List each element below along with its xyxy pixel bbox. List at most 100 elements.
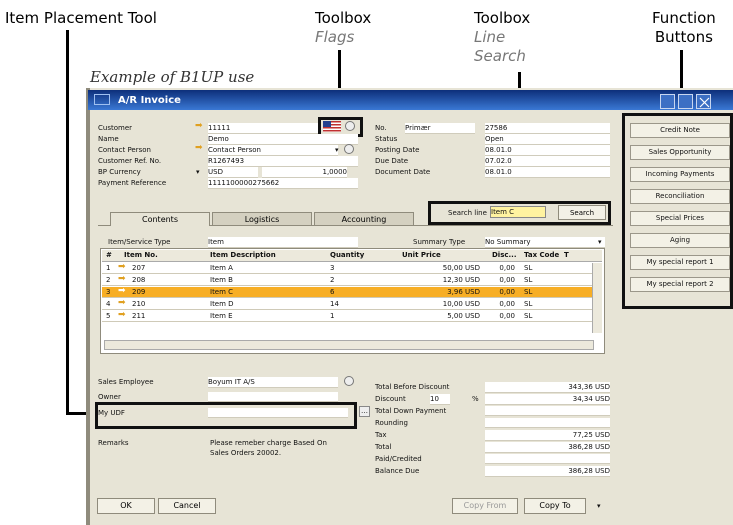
- cell-discount[interactable]: 0,00: [487, 299, 515, 309]
- udf-browse-icon[interactable]: …: [359, 406, 370, 417]
- item-type-field[interactable]: Item: [208, 237, 358, 248]
- cell-quantity[interactable]: 3: [330, 263, 334, 273]
- minimize-icon[interactable]: [660, 94, 675, 109]
- label-rounding: Rounding: [375, 419, 408, 427]
- reconciliation-button[interactable]: Reconciliation: [630, 189, 730, 204]
- cell-unit-price[interactable]: 12,30 USD: [402, 275, 480, 285]
- item-link-arrow-icon[interactable]: ➡: [118, 274, 126, 284]
- special-prices-button[interactable]: Special Prices: [630, 211, 730, 226]
- contact-info-icon[interactable]: [344, 144, 354, 154]
- copy-from-button[interactable]: Copy From: [452, 498, 518, 514]
- contact-dropdown-icon[interactable]: ▾: [335, 145, 339, 155]
- grid-vertical-scrollbar[interactable]: [592, 263, 602, 333]
- table-row[interactable]: 5 ➡ 211 Item E 1 5,00 USD 0,00 SL: [102, 310, 602, 322]
- payment-ref-field[interactable]: 1111100000275662: [208, 178, 358, 189]
- cell-item-no[interactable]: 210: [132, 299, 145, 309]
- window-titlebar: [88, 90, 733, 110]
- cell-discount[interactable]: 0,00: [487, 275, 515, 285]
- item-link-arrow-icon[interactable]: ➡: [118, 298, 126, 308]
- us-flag-icon[interactable]: [323, 121, 341, 132]
- customer-field[interactable]: 11111: [208, 123, 318, 134]
- cell-tax-code[interactable]: SL: [524, 299, 532, 309]
- cell-item-no[interactable]: 208: [132, 275, 145, 285]
- cell-tax-code[interactable]: SL: [524, 287, 532, 297]
- cell-unit-price[interactable]: 5,00 USD: [402, 311, 480, 321]
- summary-type-field[interactable]: No Summary: [485, 237, 605, 248]
- item-link-arrow-icon[interactable]: ➡: [118, 310, 126, 320]
- name-field[interactable]: Demo: [208, 134, 358, 145]
- bp-currency-field[interactable]: USD: [208, 167, 258, 178]
- aging-button[interactable]: Aging: [630, 233, 730, 248]
- table-row[interactable]: 1 ➡ 207 Item A 3 50,00 USD 0,00 SL: [102, 262, 602, 274]
- cell-quantity[interactable]: 1: [330, 311, 334, 321]
- search-button[interactable]: Search: [558, 205, 606, 220]
- flag-dropdown-icon[interactable]: [345, 121, 355, 131]
- cell-discount[interactable]: 0,00: [487, 263, 515, 273]
- row-number: 2: [106, 276, 111, 284]
- contact-link-arrow-icon[interactable]: ➡: [195, 143, 203, 153]
- summary-dropdown-icon[interactable]: ▾: [598, 237, 602, 247]
- label-discount: Discount: [375, 395, 406, 403]
- remarks-field[interactable]: Please remeber charge Based On Sales Ord…: [210, 438, 340, 458]
- ok-button[interactable]: OK: [97, 498, 155, 514]
- maximize-icon[interactable]: [678, 94, 693, 109]
- doc-number-field[interactable]: 27586: [485, 123, 610, 134]
- tab-accounting[interactable]: Accounting: [314, 212, 414, 226]
- document-date-field[interactable]: 08.01.0: [485, 167, 610, 178]
- exchange-rate-field[interactable]: 1,0000: [262, 167, 347, 178]
- tab-logistics[interactable]: Logistics: [212, 212, 312, 226]
- cell-quantity[interactable]: 2: [330, 275, 334, 285]
- table-row-selected[interactable]: 3 ➡ 209 Item C 6 3,96 USD 0,00 SL: [102, 286, 602, 298]
- callout-function-line2: Buttons: [654, 28, 713, 46]
- cell-item-desc[interactable]: Item D: [210, 299, 234, 309]
- cell-unit-price[interactable]: 50,00 USD: [402, 263, 480, 273]
- cell-item-desc[interactable]: Item A: [210, 263, 233, 273]
- cell-tax-code[interactable]: SL: [524, 263, 532, 273]
- cell-item-no[interactable]: 211: [132, 311, 145, 321]
- sales-employee-info-icon[interactable]: [344, 376, 354, 386]
- cell-quantity[interactable]: 6: [330, 287, 334, 297]
- cell-item-desc[interactable]: Item B: [210, 275, 233, 285]
- cell-tax-code[interactable]: SL: [524, 275, 532, 285]
- sales-employee-field[interactable]: Boyum IT A/S: [208, 377, 338, 388]
- cell-item-desc[interactable]: Item C: [210, 287, 233, 297]
- tab-contents[interactable]: Contents: [110, 212, 210, 226]
- special-report-1-button[interactable]: My special report 1: [630, 255, 730, 270]
- rounding-value: [485, 418, 610, 428]
- cell-discount[interactable]: 0,00: [487, 287, 515, 297]
- my-udf-field[interactable]: [208, 408, 348, 418]
- sales-opportunity-button[interactable]: Sales Opportunity: [630, 145, 730, 160]
- cell-discount[interactable]: 0,00: [487, 311, 515, 321]
- owner-field[interactable]: [208, 392, 338, 402]
- copy-to-dropdown-icon[interactable]: ▾: [597, 501, 601, 511]
- grid-horizontal-scrollbar[interactable]: [104, 340, 594, 350]
- item-link-arrow-icon[interactable]: ➡: [118, 262, 126, 272]
- series-field[interactable]: Primær: [405, 123, 475, 134]
- incoming-payments-button[interactable]: Incoming Payments: [630, 167, 730, 182]
- item-link-arrow-icon[interactable]: ➡: [118, 286, 126, 296]
- customer-link-arrow-icon[interactable]: ➡: [195, 121, 203, 131]
- table-row[interactable]: 2 ➡ 208 Item B 2 12,30 USD 0,00 SL: [102, 274, 602, 286]
- customer-ref-field[interactable]: R1267493: [208, 156, 358, 167]
- cell-unit-price[interactable]: 10,00 USD: [402, 299, 480, 309]
- cell-quantity[interactable]: 14: [330, 299, 339, 309]
- credit-note-button[interactable]: Credit Note: [630, 123, 730, 138]
- cell-item-no[interactable]: 209: [132, 287, 145, 297]
- label-balance-due: Balance Due: [375, 467, 420, 475]
- copy-to-button[interactable]: Copy To: [524, 498, 586, 514]
- table-row[interactable]: 4 ➡ 210 Item D 14 10,00 USD 0,00 SL: [102, 298, 602, 310]
- search-line-input[interactable]: Item C: [490, 206, 546, 218]
- cancel-button[interactable]: Cancel: [158, 498, 216, 514]
- row-number: 3: [106, 288, 111, 296]
- due-date-field[interactable]: 07.02.0: [485, 156, 610, 167]
- cell-tax-code[interactable]: SL: [524, 311, 532, 321]
- cell-unit-price[interactable]: 3,96 USD: [402, 287, 480, 297]
- special-report-2-button[interactable]: My special report 2: [630, 277, 730, 292]
- discount-percent-field[interactable]: 10: [430, 394, 450, 405]
- close-icon[interactable]: [696, 94, 711, 109]
- cell-item-no[interactable]: 207: [132, 263, 145, 273]
- currency-dropdown-icon[interactable]: ▾: [196, 167, 200, 177]
- contact-person-field[interactable]: Contact Person: [208, 145, 338, 156]
- posting-date-field[interactable]: 08.01.0: [485, 145, 610, 156]
- cell-item-desc[interactable]: Item E: [210, 311, 233, 321]
